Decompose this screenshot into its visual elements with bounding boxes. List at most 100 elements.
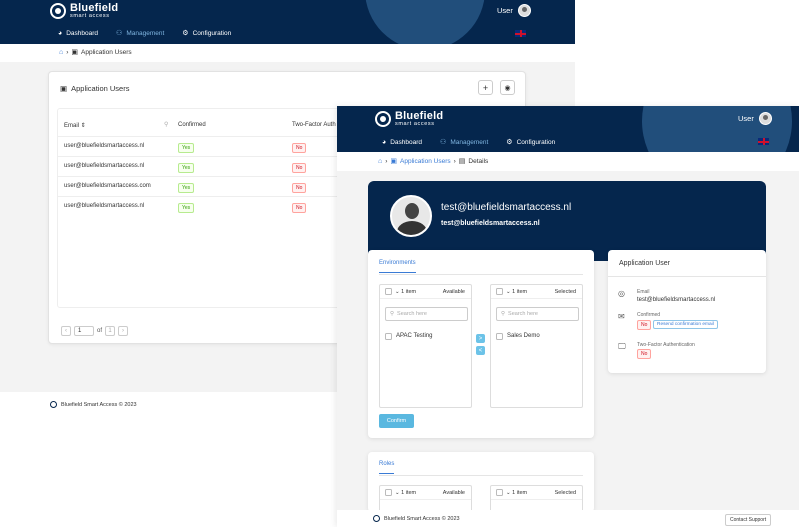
profile-email: test@bluefieldsmartaccess.nl bbox=[441, 220, 540, 227]
two-factor-badge: No bbox=[292, 143, 307, 153]
environments-panel: Environments ⌄ 1 item Available ⚲ Search… bbox=[368, 250, 594, 438]
move-right-button[interactable]: > bbox=[476, 334, 485, 343]
user-avatar-icon bbox=[517, 4, 531, 17]
resend-confirmation-button[interactable]: Resend confirmation email bbox=[653, 320, 718, 329]
management-icon: ⚇ bbox=[440, 139, 447, 146]
roles-panel: Roles ⌄ 1 item Available ⌄ 1 item Select… bbox=[368, 452, 594, 512]
add-user-button[interactable]: + bbox=[478, 80, 493, 95]
envelope-icon: ✉ bbox=[618, 312, 625, 321]
available-title: Available bbox=[442, 289, 465, 295]
brand-logo[interactable]: Bluefield smart access bbox=[375, 111, 443, 128]
roles-available-list: ⌄ 1 item Available bbox=[379, 485, 472, 512]
table-row[interactable]: user@bluefieldsmartaccess.com Yes No bbox=[58, 176, 358, 196]
pagination: ‹ 1 of 1 › bbox=[61, 326, 129, 336]
breadcrumb: ⌂ › ▣ Application Users › ▤ Details bbox=[378, 157, 489, 166]
footer-bar: Bluefield Smart Access © 2023 Contact Su… bbox=[337, 510, 799, 527]
list-item[interactable]: Sales Demo bbox=[507, 333, 540, 339]
brand-logo[interactable]: Bluefield smart access bbox=[50, 3, 118, 20]
footer-text: Bluefield Smart Access © 2023 bbox=[61, 401, 137, 408]
confirmed-badge: Yes bbox=[178, 203, 195, 213]
item-checkbox[interactable] bbox=[496, 333, 503, 340]
select-all-checkbox[interactable] bbox=[496, 489, 503, 496]
dashboard-icon: ◕ bbox=[58, 29, 63, 37]
card-title: Application Users bbox=[71, 84, 130, 93]
tab-roles[interactable]: Roles bbox=[379, 461, 395, 474]
confirmed-badge: Yes bbox=[178, 163, 195, 173]
item-checkbox[interactable] bbox=[385, 333, 392, 340]
user-menu[interactable]: User bbox=[738, 112, 772, 125]
table-row[interactable]: user@bluefieldsmartaccess.nl Yes No bbox=[58, 196, 358, 216]
search-icon: ⚲ bbox=[501, 311, 506, 317]
footer-logo-icon bbox=[50, 401, 57, 408]
select-all-checkbox[interactable] bbox=[385, 489, 392, 496]
user-name: User bbox=[497, 6, 513, 15]
breadcrumb: ⌂ › ▣ Application Users bbox=[59, 48, 132, 57]
confirmed-badge: Yes bbox=[178, 183, 195, 193]
confirmed-badge: No bbox=[637, 320, 652, 330]
nav-management[interactable]: ⚇ Management bbox=[116, 29, 164, 38]
selected-search-input[interactable]: ⚲ Search here bbox=[496, 307, 579, 321]
available-list: ⌄ 1 item Available ⚲ Search here APAC Te… bbox=[379, 284, 472, 408]
next-page-button[interactable]: › bbox=[118, 326, 129, 336]
select-all-checkbox[interactable] bbox=[385, 288, 392, 295]
prev-page-button[interactable]: ‹ bbox=[61, 326, 71, 336]
panel-title: Application User bbox=[619, 260, 670, 267]
nav-management[interactable]: ⚇ Management bbox=[440, 138, 488, 147]
card-header: ▣ Application Users bbox=[60, 84, 129, 93]
configuration-icon: ⚙ bbox=[506, 139, 513, 146]
nav-configuration[interactable]: ⚙ Configuration bbox=[182, 29, 231, 38]
available-search-input[interactable]: ⚲ Search here bbox=[385, 307, 468, 321]
confirm-button[interactable]: Confirm bbox=[379, 414, 414, 428]
users-page-icon: ▣ bbox=[71, 49, 79, 56]
roles-selected-title: Selected bbox=[554, 490, 576, 496]
footer: Bluefield Smart Access © 2023 bbox=[50, 401, 137, 408]
selected-title: Selected bbox=[554, 289, 576, 295]
home-icon[interactable]: ⌂ bbox=[378, 158, 382, 165]
logo-icon bbox=[50, 3, 66, 20]
table-row[interactable]: user@bluefieldsmartaccess.nl Yes No bbox=[58, 136, 358, 156]
users-card-icon: ▣ bbox=[60, 84, 68, 93]
nav-dashboard[interactable]: ◕ Dashboard bbox=[382, 139, 422, 146]
home-icon[interactable]: ⌂ bbox=[59, 49, 63, 56]
search-icon[interactable]: ⚲ bbox=[164, 121, 168, 128]
breadcrumb-parent[interactable]: Application Users bbox=[400, 158, 451, 165]
col-confirmed: Confirmed bbox=[178, 122, 206, 128]
user-avatar-icon bbox=[758, 112, 772, 125]
tab-environments[interactable]: Environments bbox=[379, 260, 416, 273]
user-name: User bbox=[738, 114, 754, 123]
col-email[interactable]: Email ⇕ bbox=[64, 122, 86, 129]
roles-selected-count[interactable]: ⌄ 1 item bbox=[506, 490, 527, 496]
nav-configuration[interactable]: ⚙ Configuration bbox=[506, 138, 555, 147]
selected-count[interactable]: ⌄ 1 item bbox=[506, 289, 527, 295]
roles-available-count[interactable]: ⌄ 1 item bbox=[395, 490, 416, 496]
sort-icon: ⇕ bbox=[80, 123, 86, 129]
footer: Bluefield Smart Access © 2023 bbox=[373, 515, 460, 522]
configuration-icon: ⚙ bbox=[182, 30, 189, 37]
two-factor-badge: No bbox=[292, 183, 307, 193]
available-count[interactable]: ⌄ 1 item bbox=[395, 289, 416, 295]
user-menu[interactable]: User bbox=[497, 4, 531, 17]
roles-selected-list: ⌄ 1 item Selected bbox=[490, 485, 583, 512]
details-icon: ▤ bbox=[458, 158, 466, 165]
footer-text: Bluefield Smart Access © 2023 bbox=[384, 515, 460, 522]
uk-flag-icon[interactable] bbox=[758, 138, 769, 145]
application-user-panel: Application User ◎ Email test@bluefields… bbox=[608, 250, 766, 373]
view-toggle-button[interactable]: ◉ bbox=[500, 80, 515, 95]
page-input[interactable]: 1 bbox=[74, 326, 94, 336]
list-item[interactable]: APAC Testing bbox=[396, 333, 432, 339]
profile-header: test@bluefieldsmartaccess.nl test@bluefi… bbox=[368, 181, 766, 261]
profile-avatar-icon bbox=[390, 195, 432, 237]
uk-flag-icon[interactable] bbox=[515, 30, 526, 37]
monitor-icon: 🖵 bbox=[618, 342, 626, 351]
eye-icon: ◉ bbox=[504, 84, 511, 92]
nav-dashboard[interactable]: ◕ Dashboard bbox=[58, 30, 98, 37]
search-icon: ⚲ bbox=[390, 311, 395, 317]
logo-icon bbox=[375, 111, 391, 128]
move-left-button[interactable]: < bbox=[476, 346, 485, 355]
contact-support-button[interactable]: Contact Support bbox=[725, 514, 772, 526]
roles-available-title: Available bbox=[442, 490, 465, 496]
breadcrumb-current: Details bbox=[468, 157, 489, 165]
total-pages: 1 bbox=[105, 326, 116, 336]
table-row[interactable]: user@bluefieldsmartaccess.nl Yes No bbox=[58, 156, 358, 176]
select-all-checkbox[interactable] bbox=[496, 288, 503, 295]
